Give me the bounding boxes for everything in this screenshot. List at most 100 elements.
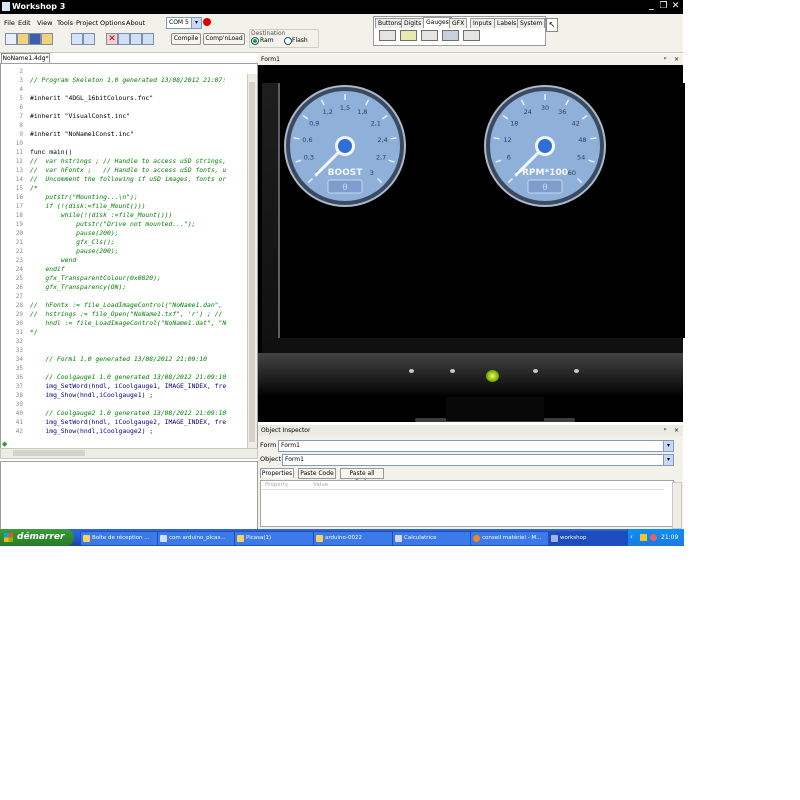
chevron-down-icon[interactable]: ▾ xyxy=(191,18,201,28)
gauge-thermometer-icon[interactable] xyxy=(463,30,480,41)
output-pane[interactable] xyxy=(0,461,258,531)
code-line[interactable]: #inherit "NoName1Const.inc" xyxy=(30,130,134,139)
code-line[interactable]: // var hFontx ; // Handle to access uSD … xyxy=(30,166,226,175)
menu-about[interactable]: About xyxy=(126,19,145,27)
taskbar-item-firefox[interactable]: conseil matériel - M... xyxy=(470,531,553,546)
open-file-icon[interactable] xyxy=(17,33,29,45)
delete-icon[interactable]: ✕ xyxy=(106,33,118,45)
ram-radio[interactable] xyxy=(251,37,259,45)
code-line[interactable]: #inherit "VisualConst.inc" xyxy=(30,112,130,121)
code-line[interactable]: pause(200); xyxy=(30,229,118,238)
tab-labels[interactable]: Labels xyxy=(494,18,520,28)
menu-edit[interactable]: Edit xyxy=(18,19,31,27)
code-line[interactable]: // hstrings := file_Open("NoName1.txf", … xyxy=(30,310,222,319)
chevron-down-icon[interactable]: ▾ xyxy=(663,441,673,451)
code-line[interactable]: gfx_Transparency(ON); xyxy=(30,283,126,292)
menu-tools[interactable]: Tools xyxy=(57,19,73,27)
align-icon[interactable] xyxy=(118,33,130,45)
pin-icon[interactable]: ᵖ xyxy=(664,425,667,436)
panel-close-icon[interactable]: × xyxy=(674,54,679,65)
compile-button[interactable]: Compile xyxy=(171,33,201,45)
tray-expand-icon[interactable]: ‹ xyxy=(630,529,633,546)
code-line[interactable]: img_SetWord(hndl, iCoolgauge2, IMAGE_IND… xyxy=(30,418,226,427)
pin-icon[interactable]: ᵖ xyxy=(664,54,667,65)
tab-gauges[interactable]: Gauges xyxy=(423,17,452,28)
h-scroll-thumb[interactable] xyxy=(13,450,85,456)
tab-system[interactable]: System xyxy=(517,18,546,28)
properties-table[interactable]: Property Value xyxy=(260,480,674,527)
code-line[interactable]: endif xyxy=(30,265,64,274)
com-port-select[interactable]: COM 5 ▾ xyxy=(166,17,202,29)
panel-close-icon[interactable]: × xyxy=(674,425,679,436)
code-line[interactable]: // Program Skeleton 1.0 generated 13/08/… xyxy=(30,76,226,85)
redo-icon[interactable] xyxy=(83,33,95,45)
save-icon[interactable] xyxy=(29,33,41,45)
taskbar-item-calculator[interactable]: Calculatrice xyxy=(392,531,475,546)
menu-file[interactable]: File xyxy=(4,19,15,27)
code-line[interactable]: img_Show(hndl,iCoolgauge1) ; xyxy=(30,391,153,400)
code-line[interactable]: // Coolgauge2 1.0 generated 13/08/2012 2… xyxy=(30,409,226,418)
tab-properties[interactable]: Properties xyxy=(260,468,294,478)
scroll-thumb[interactable] xyxy=(249,82,255,442)
maximize-button[interactable]: ❐ xyxy=(658,1,669,12)
code-line[interactable]: func main() xyxy=(30,148,72,157)
code-line[interactable]: putstr("Drive not mounted..."); xyxy=(30,220,195,229)
taskbar-item-workshop[interactable]: workshop xyxy=(548,531,633,546)
code-line[interactable]: // Uncomment the following if uSD images… xyxy=(30,175,226,184)
code-line[interactable]: #inherit "4DGL_16bitColours.fnc" xyxy=(30,94,153,103)
code-line[interactable]: */ xyxy=(30,328,38,337)
code-line[interactable]: wend xyxy=(30,256,76,265)
tab-paste-all-code[interactable]: Paste all Code xyxy=(340,468,384,486)
taskbar-item-picasa[interactable]: Picasa(1) xyxy=(234,531,317,546)
pointer-icon[interactable]: ↖ xyxy=(546,18,558,32)
start-button[interactable]: démarrer xyxy=(0,529,74,546)
code-editor[interactable]: 2 3 4 5 6 7 8 9 10 11 12 13 14 15 16 17 18 19 20 21 22 23 24 25… xyxy=(0,63,258,459)
new-file-icon[interactable] xyxy=(5,33,17,45)
code-line[interactable]: putstr("Mounting...\n"); xyxy=(30,193,137,202)
code-line[interactable]: if (!(disk:=file_Mount())) xyxy=(30,202,145,211)
code-line[interactable]: img_Show(hndl,iCoolgauge2) ; xyxy=(30,427,153,436)
code-line[interactable]: // var hstrings ; // Handle to access uS… xyxy=(30,157,226,166)
title-bar[interactable]: Workshop 3 _ ❐ ✕ xyxy=(0,0,683,14)
close-button[interactable]: ✕ xyxy=(670,1,681,12)
gauge-angular-icon[interactable] xyxy=(379,30,396,41)
code-line[interactable]: /* xyxy=(30,184,38,193)
menu-view[interactable]: View xyxy=(37,19,52,27)
arrange-icon[interactable] xyxy=(130,33,142,45)
gauge-meter-icon[interactable] xyxy=(421,30,438,41)
gauge-cool-icon[interactable] xyxy=(442,30,459,41)
undo-icon[interactable] xyxy=(71,33,83,45)
folder-icon[interactable] xyxy=(41,33,53,45)
chevron-down-icon[interactable]: ▾ xyxy=(663,455,673,465)
code-line[interactable]: // hFontx := file_LoadImageControl("NoNa… xyxy=(30,301,222,310)
tab-inputs[interactable]: Inputs xyxy=(470,18,495,28)
object-select[interactable]: Form1 ▾ xyxy=(282,454,674,466)
taskbar-item-inbox[interactable]: Boîte de réception ... xyxy=(80,531,163,546)
tray-app-icon[interactable] xyxy=(640,534,647,541)
form-select[interactable]: Form1 ▾ xyxy=(278,440,674,452)
code-line[interactable]: hndl := file_LoadImageControl("NoName1.d… xyxy=(30,319,226,328)
monitor-screen[interactable]: 00,30,60,91,21,51,82,12,42,73BOOST006121… xyxy=(278,83,685,338)
security-icon[interactable] xyxy=(650,534,657,541)
taskbar-item-browser[interactable]: com arduino_picas... xyxy=(157,531,240,546)
menu-project[interactable]: Project xyxy=(76,19,98,27)
zoom-icon[interactable] xyxy=(142,33,154,45)
gauge-linear-icon[interactable] xyxy=(400,30,417,41)
tab-digits[interactable]: Digits xyxy=(401,18,425,28)
inspector-scrollbar[interactable] xyxy=(672,482,682,529)
horizontal-scrollbar[interactable] xyxy=(0,448,258,459)
menu-options[interactable]: Options xyxy=(100,19,125,27)
compile-load-button[interactable]: Comp'nLoad xyxy=(203,33,245,45)
minimize-button[interactable]: _ xyxy=(646,1,657,12)
code-line[interactable]: gfx_Cls(); xyxy=(30,238,115,247)
code-line[interactable]: // Coolgauge1 1.0 generated 13/08/2012 2… xyxy=(30,373,226,382)
code-line[interactable]: // Form1 1.0 generated 13/08/2012 21:09:… xyxy=(30,355,207,364)
tab-paste-code[interactable]: Paste Code xyxy=(298,468,336,479)
taskbar-item-arduino[interactable]: arduino-0022 xyxy=(313,531,396,546)
tab-buttons[interactable]: Buttons xyxy=(375,18,405,28)
code-line[interactable]: pause(200); xyxy=(30,247,118,256)
flash-radio[interactable] xyxy=(284,37,292,45)
code-line[interactable]: img_SetWord(hndl, iCoolgauge1, IMAGE_IND… xyxy=(30,382,226,391)
vertical-scrollbar[interactable] xyxy=(247,74,257,448)
code-line[interactable]: while(!(disk :=file_Mount())) xyxy=(30,211,173,220)
